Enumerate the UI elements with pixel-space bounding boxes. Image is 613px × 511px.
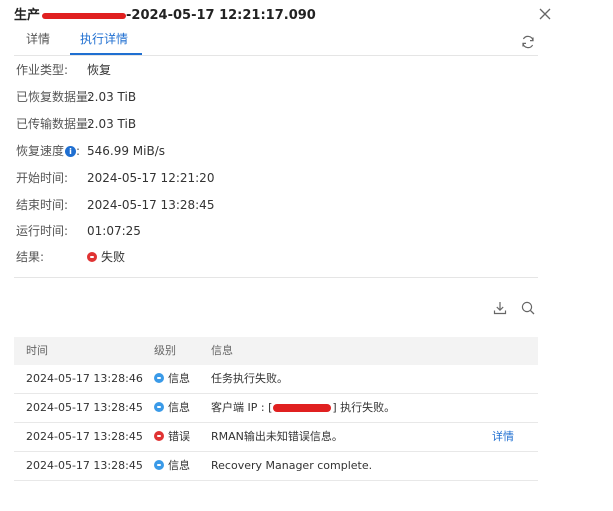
tabs-divider xyxy=(14,55,538,56)
redaction-mark xyxy=(42,12,127,19)
info-level-icon xyxy=(154,460,164,470)
job-type-value: 恢复 xyxy=(87,63,112,77)
start-label: 开始时间: xyxy=(16,171,69,185)
row-level-text: 错误 xyxy=(168,430,190,443)
transferred-label: 已传输数据量: xyxy=(16,117,93,131)
table-row: 2024-05-17 13:28:46 信息 任务执行失败。 xyxy=(14,365,538,394)
result-value: 失败 xyxy=(87,248,125,266)
row-level: 错误 xyxy=(154,423,190,451)
restored-label: 已恢复数据量: xyxy=(16,90,93,104)
search-icon[interactable] xyxy=(520,300,536,316)
row-message-prefix: 客户端 IP : [ xyxy=(211,401,273,414)
result-label: 结果: xyxy=(16,250,45,264)
start-value: 2024-05-17 12:21:20 xyxy=(87,171,215,185)
title-prefix: 生产 xyxy=(14,8,41,23)
row-level-text: 信息 xyxy=(168,372,190,385)
row-time: 2024-05-17 13:28:46 xyxy=(26,372,143,385)
restored-value: 2.03 TiB xyxy=(87,90,137,104)
row-message: 任务执行失败。 xyxy=(211,372,288,385)
column-header-time: 时间 xyxy=(26,344,48,357)
job-type-label: 作业类型: xyxy=(16,63,69,77)
section-divider xyxy=(14,277,538,278)
result-text: 失败 xyxy=(101,250,126,264)
details-link[interactable]: 详情 xyxy=(492,423,514,451)
transferred-value: 2.03 TiB xyxy=(87,117,137,131)
download-icon[interactable] xyxy=(492,300,508,316)
column-header-level: 级别 xyxy=(154,344,176,357)
row-time: 2024-05-17 13:28:45 xyxy=(26,401,143,414)
row-message: Recovery Manager complete. xyxy=(211,459,373,472)
error-status-icon xyxy=(87,251,97,262)
title-suffix: -2024-05-17 12:21:17.090 xyxy=(126,8,316,23)
table-row: 2024-05-17 13:28:45 信息 Recovery Manager … xyxy=(14,452,538,481)
speed-label-colon: : xyxy=(76,144,81,158)
dialog-title: 生产 -2024-05-17 12:21:17.090 xyxy=(14,4,316,23)
table-row: 2024-05-17 13:28:45 信息 客户端 IP : [ ] 执行失败。 xyxy=(14,394,538,423)
info-icon[interactable]: i xyxy=(65,146,77,157)
row-message: 客户端 IP : [ ] 执行失败。 xyxy=(211,394,395,422)
row-level-text: 信息 xyxy=(168,401,190,414)
refresh-icon[interactable] xyxy=(520,34,536,50)
row-level: 信息 xyxy=(154,365,190,393)
end-value: 2024-05-17 13:28:45 xyxy=(87,198,215,212)
end-label: 结束时间: xyxy=(16,198,69,212)
table-header: 时间 级别 信息 xyxy=(14,337,538,365)
duration-label: 运行时间: xyxy=(16,224,69,238)
close-icon[interactable] xyxy=(536,5,554,23)
info-level-icon xyxy=(154,373,164,383)
tab-details[interactable]: 详情 xyxy=(26,30,50,52)
row-level: 信息 xyxy=(154,452,190,480)
row-message: RMAN输出未知错误信息。 xyxy=(211,430,343,443)
speed-label-text: 恢复速度 xyxy=(16,144,65,158)
error-level-icon xyxy=(154,431,164,441)
column-header-message: 信息 xyxy=(211,344,233,357)
redaction-mark xyxy=(273,404,332,412)
speed-label: 恢复速度 i: xyxy=(16,142,80,160)
speed-value: 546.99 MiB/s xyxy=(87,144,166,158)
row-level-text: 信息 xyxy=(168,459,190,472)
table-row: 2024-05-17 13:28:45 错误 RMAN输出未知错误信息。 详情 xyxy=(14,423,538,452)
row-message-suffix: ] 执行失败。 xyxy=(332,401,396,414)
row-time: 2024-05-17 13:28:45 xyxy=(26,430,143,443)
row-time: 2024-05-17 13:28:45 xyxy=(26,459,143,472)
tab-execution-details[interactable]: 执行详情 xyxy=(80,30,128,52)
row-level: 信息 xyxy=(154,394,190,422)
duration-value: 01:07:25 xyxy=(87,224,141,238)
info-level-icon xyxy=(154,402,164,412)
